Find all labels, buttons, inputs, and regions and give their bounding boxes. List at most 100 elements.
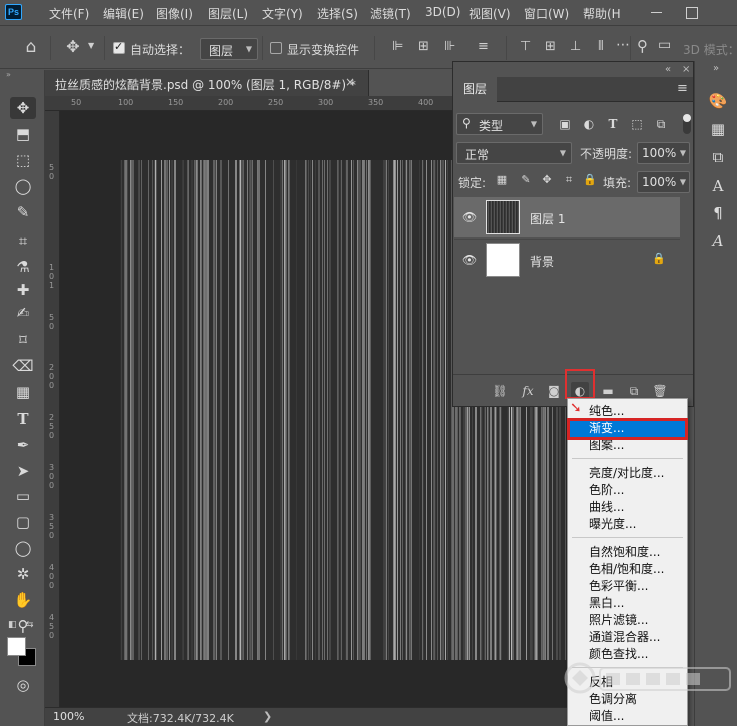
filter-adjustment-icon[interactable]: ◐ <box>581 116 597 132</box>
menu-edit[interactable]: 编辑(E) <box>103 5 144 22</box>
menu-image[interactable]: 图像(I) <box>156 5 193 22</box>
filter-toggle[interactable] <box>683 114 691 134</box>
filter-type-icon[interactable]: T <box>605 116 621 132</box>
align-right-icon[interactable]: ⊪ <box>444 39 455 54</box>
foreground-color-swatch[interactable] <box>7 637 26 656</box>
blend-mode-dropdown[interactable]: 正常 ▼ <box>456 142 572 164</box>
swap-colors-icon[interactable]: ⇆ <box>26 620 34 630</box>
move-tool-icon[interactable]: ✥ <box>10 97 36 119</box>
menu-item-color-balance[interactable]: 色彩平衡... <box>569 578 686 595</box>
align-bottom-icon[interactable]: ⊥ <box>570 39 581 54</box>
eye-icon[interactable]: 👁 <box>462 253 477 267</box>
color-palette-icon[interactable]: 🎨 <box>708 91 728 111</box>
default-colors-icon[interactable]: ◧ <box>8 620 17 630</box>
menu-item-levels[interactable]: 色阶... <box>569 482 686 499</box>
clone-stamp-icon[interactable]: ⌑ <box>10 329 36 351</box>
menu-type[interactable]: 文字(Y) <box>262 5 303 22</box>
gradient-tool-icon[interactable]: ▦ <box>10 381 36 403</box>
brush-tool-icon[interactable]: ✍ <box>10 302 36 324</box>
document-tab[interactable]: 拉丝质感的炫酷背景.psd @ 100% (图层 1, RGB/8#) * × <box>45 70 369 96</box>
marquee-tool-icon[interactable]: ⬚ <box>10 149 36 171</box>
eraser-tool-icon[interactable]: ⌫ <box>10 355 36 377</box>
menu-3d[interactable]: 3D(D) <box>425 5 460 19</box>
maximize-button[interactable] <box>676 0 706 25</box>
align-left-icon[interactable]: ⊫ <box>392 39 403 54</box>
quick-select-tool-icon[interactable]: ✎ <box>10 201 36 223</box>
filter-smart-object-icon[interactable]: ⧉ <box>653 116 669 132</box>
eyedropper-tool-icon[interactable]: ⚗ <box>10 256 36 278</box>
quick-mask-icon[interactable]: ◎ <box>10 674 36 696</box>
auto-select-checkbox[interactable] <box>113 40 125 54</box>
pen-tool-icon[interactable]: ✒ <box>10 434 36 456</box>
layer-row-background[interactable]: 👁 背景 🔒 <box>454 239 680 279</box>
menu-item-brightness-contrast[interactable]: 亮度/对比度... <box>569 465 686 482</box>
paragraph-icon[interactable]: ¶ <box>708 203 728 223</box>
type-tool-icon[interactable]: T <box>10 408 36 430</box>
align-middle-icon[interactable]: ⊞ <box>545 39 556 54</box>
distribute-v-icon[interactable]: ⦀ <box>598 39 604 54</box>
menu-item-black-white[interactable]: 黑白... <box>569 595 686 612</box>
lock-artboard-icon[interactable]: ⌗ <box>562 173 576 187</box>
menu-item-vibrance[interactable]: 自然饱和度... <box>569 544 686 561</box>
chevron-right-icon[interactable]: ❯ <box>263 710 272 723</box>
lock-all-icon[interactable]: 🔒 <box>583 173 597 187</box>
menu-layer[interactable]: 图层(L) <box>208 5 248 22</box>
layer-name[interactable]: 图层 1 <box>530 210 565 227</box>
layer-name[interactable]: 背景 <box>530 253 554 270</box>
menu-file[interactable]: 文件(F) <box>49 5 89 22</box>
filter-shape-icon[interactable]: ⬚ <box>629 116 645 132</box>
rectangle-tool-icon[interactable]: ▭ <box>10 485 36 507</box>
link-icon[interactable]: ⛓ <box>491 382 509 400</box>
filter-pixel-icon[interactable]: ▣ <box>557 116 573 132</box>
menu-item-hue-saturation[interactable]: 色相/饱和度... <box>569 561 686 578</box>
fx-icon[interactable]: fx <box>519 382 537 400</box>
search-icon[interactable]: ⚲ <box>637 37 648 55</box>
filter-kind-dropdown[interactable]: ⚲ 类型 ▼ <box>456 113 543 135</box>
artboard-tool-icon[interactable]: ⬒ <box>10 123 36 145</box>
expand-dock-icon[interactable]: » <box>713 63 719 74</box>
lock-transparent-icon[interactable]: ▦ <box>495 173 509 187</box>
fill-field[interactable]: 100% ▼ <box>637 171 690 193</box>
ellipse-tool-icon[interactable]: ◯ <box>10 537 36 559</box>
distribute-h-icon[interactable]: ≡ <box>478 39 489 54</box>
zoom-level-field[interactable]: 100% <box>53 710 84 723</box>
collapse-panel-icon[interactable]: « <box>665 64 671 75</box>
adjustments-icon[interactable]: ⧉ <box>708 147 728 167</box>
mask-icon[interactable]: ◙ <box>545 382 563 400</box>
menu-view[interactable]: 视图(V) <box>469 5 511 22</box>
menu-item-exposure[interactable]: 曝光度... <box>569 516 686 533</box>
close-icon[interactable]: × <box>345 75 355 89</box>
opacity-field[interactable]: 100% ▼ <box>637 142 690 164</box>
healing-brush-icon[interactable]: ✚ <box>10 279 36 301</box>
panel-menu-icon[interactable]: ≡ <box>677 81 688 96</box>
menu-select[interactable]: 选择(S) <box>317 5 358 22</box>
collapse-icon[interactable]: » <box>6 70 11 79</box>
home-icon[interactable]: ⌂ <box>20 36 42 58</box>
auto-select-target-dropdown[interactable]: 图层 ▼ <box>200 38 258 60</box>
hand-tool-icon[interactable]: ✋ <box>10 589 36 611</box>
align-center-h-icon[interactable]: ⊞ <box>418 39 429 54</box>
lock-image-icon[interactable]: ✎ <box>519 173 533 187</box>
tab-layers[interactable]: 图层 <box>453 77 497 102</box>
menu-filter[interactable]: 滤镜(T) <box>370 5 411 22</box>
character-icon[interactable]: A <box>708 176 728 196</box>
swatches-grid-icon[interactable]: ▦ <box>708 119 728 139</box>
menu-item-curves[interactable]: 曲线... <box>569 499 686 516</box>
more-options-icon[interactable]: ⋯ <box>616 37 630 53</box>
close-panel-icon[interactable]: × <box>682 64 690 75</box>
path-select-tool-icon[interactable]: ➤ <box>10 460 36 482</box>
menu-window[interactable]: 窗口(W) <box>524 5 569 22</box>
chevron-down-icon[interactable]: ▼ <box>88 41 94 50</box>
menu-item-photo-filter[interactable]: 照片滤镜... <box>569 612 686 629</box>
align-top-icon[interactable]: ⊤ <box>520 39 531 54</box>
lock-position-icon[interactable]: ✥ <box>540 173 554 187</box>
minimize-button[interactable] <box>642 0 672 25</box>
move-tool-icon[interactable]: ✥ <box>62 36 84 58</box>
rounded-rect-tool-icon[interactable]: ▢ <box>10 511 36 533</box>
crop-tool-icon[interactable]: ⌗ <box>10 230 36 252</box>
custom-shape-tool-icon[interactable]: ✲ <box>10 563 36 585</box>
glyphs-icon[interactable]: A <box>708 231 728 251</box>
menu-help[interactable]: 帮助(H <box>583 5 621 22</box>
workspace-icon[interactable]: ▭ <box>658 37 671 53</box>
lasso-tool-icon[interactable]: ◯ <box>10 175 36 197</box>
